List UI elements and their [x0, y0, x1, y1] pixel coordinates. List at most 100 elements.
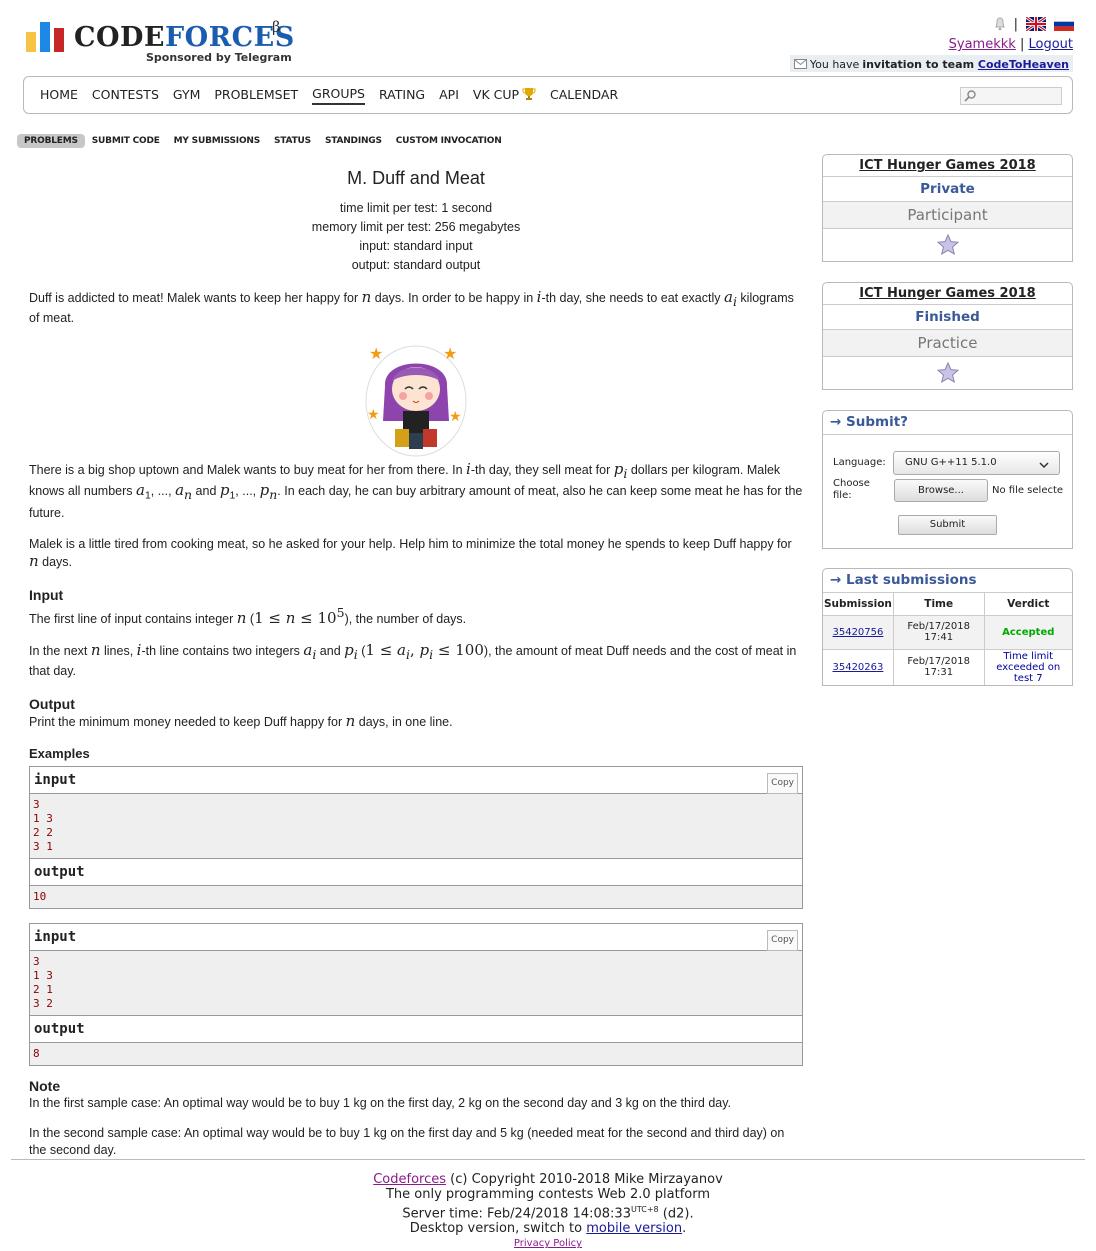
submenu-status[interactable]: STATUS	[267, 134, 318, 148]
codeforces-logo[interactable]: CODEFORCES β Sponsored by Telegram	[26, 18, 296, 68]
sample-output-header: output	[30, 858, 802, 886]
memory-limit: memory limit per test: 256 megabytes	[311, 220, 521, 234]
invite-team-link[interactable]: CodeToHeaven	[978, 58, 1069, 71]
output-paragraph: Print the minimum money needed to keep D…	[29, 711, 453, 730]
chevron-down-icon	[1039, 457, 1049, 469]
menu-groups[interactable]: GROUPS	[312, 86, 365, 105]
submenu-standings[interactable]: STANDINGS	[318, 134, 389, 148]
submission-time: Feb/17/2018 17:41	[893, 615, 985, 650]
privacy-policy-link[interactable]: Privacy Policy	[514, 1238, 582, 1249]
legend-paragraph-1: Duff is addicted to meat! Malek wants to…	[29, 288, 794, 326]
footer: Codeforces (c) Copyright 2010-2018 Mike …	[0, 1172, 1096, 1251]
submission-id-link[interactable]: 35420756	[832, 627, 883, 638]
period: .	[682, 1221, 687, 1237]
sample-input: 3 1 3 2 1 3 2	[30, 950, 802, 1016]
notification-bell-icon[interactable]	[994, 17, 1006, 31]
browse-button[interactable]: Browse...	[894, 479, 988, 502]
contest-access: Private	[823, 177, 1072, 202]
svg-text:★: ★	[449, 408, 462, 424]
sample-input: 3 1 3 2 2 3 1	[30, 793, 802, 859]
sample-input-header: input Copy	[30, 923, 802, 951]
copyright-text: (c) Copyright 2010-2018 Mike Mirzayanov	[446, 1172, 723, 1187]
submission-id-link[interactable]: 35420263	[832, 662, 883, 673]
menu-rating[interactable]: RATING	[379, 87, 425, 104]
sample-output-header: output	[30, 1015, 802, 1043]
envelope-icon	[793, 59, 807, 69]
logo-bars-icon	[26, 22, 66, 52]
contest-info-box-2: ICT Hunger Games 2018 Finished Practice	[822, 282, 1073, 390]
server-id: (d2).	[658, 1206, 694, 1222]
user-profile-link[interactable]: Syamekkk	[949, 37, 1016, 52]
copy-button[interactable]: Copy	[767, 772, 798, 794]
last-submissions-caption[interactable]: → Last submissions	[823, 569, 1072, 593]
problem-statement: M. Duff and Meat time limit per test: 1 …	[29, 168, 803, 1159]
submission-id-cell: 35420263	[823, 649, 894, 685]
contest-name-link[interactable]: ICT Hunger Games 2018	[823, 155, 1072, 177]
favourite-star-icon[interactable]	[823, 229, 1072, 261]
footer-privacy: Privacy Policy	[0, 1236, 1096, 1251]
menu-calendar[interactable]: CALENDAR	[550, 87, 618, 104]
contest-name-link[interactable]: ICT Hunger Games 2018	[823, 283, 1072, 305]
russian-flag-icon[interactable]	[1053, 16, 1075, 31]
time-limit: time limit per test: 1 second	[339, 201, 493, 215]
examples-title: Examples	[29, 745, 90, 761]
last-submissions-box: → Last submissions Submission Time Verdi…	[822, 568, 1073, 686]
menu-vk-cup[interactable]: VK CUP	[473, 87, 536, 104]
language-select[interactable]: GNU G++11 5.1.0	[893, 451, 1060, 475]
menu-gym[interactable]: GYM	[173, 87, 200, 104]
contest-info-box-1: ICT Hunger Games 2018 Private Participan…	[822, 154, 1073, 262]
submission-id-cell: 35420756	[823, 615, 894, 650]
sample-input-header: input Copy	[30, 766, 802, 794]
server-time-text: Server time: Feb/24/2018 14:08:33	[402, 1206, 631, 1222]
input-paragraph-2: In the next n lines, i-th line contains …	[29, 640, 797, 678]
column-header-submission: Submission	[823, 593, 894, 616]
input-paragraph-1: The first line of input contains integer…	[29, 604, 467, 627]
second-level-menu: PROBLEMS SUBMIT CODE MY SUBMISSIONS STAT…	[17, 132, 509, 149]
language-select-value: GNU G++11 5.1.0	[905, 457, 997, 468]
menu-api[interactable]: API	[439, 87, 459, 104]
submit-caption[interactable]: → Submit?	[823, 411, 1072, 435]
table-row: 35420756 Feb/17/2018 17:41 Accepted	[823, 615, 1072, 650]
submit-button[interactable]: Submit	[898, 515, 997, 535]
menu-contests[interactable]: CONTESTS	[92, 87, 159, 104]
trophy-icon	[522, 87, 536, 101]
english-flag-icon[interactable]	[1025, 15, 1047, 33]
mobile-version-link[interactable]: mobile version	[586, 1221, 682, 1236]
contest-role: Participant	[823, 202, 1072, 229]
legend-paragraph-3: Malek is a little tired from cooking mea…	[29, 536, 792, 570]
menu-home[interactable]: HOME	[40, 87, 78, 104]
menu-vk-cup-label: VK CUP	[472, 86, 520, 102]
search-input[interactable]	[960, 87, 1062, 105]
submenu-problems[interactable]: PROBLEMS	[17, 133, 85, 148]
logout-link[interactable]: Logout	[1028, 37, 1073, 52]
no-file-text: No file selected.	[992, 485, 1063, 496]
submenu-submit-code[interactable]: SUBMIT CODE	[85, 134, 167, 148]
user-links: Syamekkk | Logout	[949, 37, 1073, 52]
input-section-title: Input	[29, 586, 64, 603]
input-file: input: standard input	[359, 239, 473, 253]
submission-verdict[interactable]: Accepted	[984, 615, 1072, 650]
team-invitation: You have invitation to team CodeToHeaven	[789, 55, 1073, 72]
copy-button[interactable]: Copy	[767, 929, 798, 951]
lang-separator: |	[1013, 16, 1018, 32]
duff-illustration: ★ ★ ★ ★	[363, 341, 469, 457]
menu-problemset[interactable]: PROBLEMSET	[214, 87, 298, 104]
footer-copyright: Codeforces (c) Copyright 2010-2018 Mike …	[0, 1172, 1096, 1187]
footer-tagline: The only programming contests Web 2.0 pl…	[385, 1187, 711, 1202]
footer-server-time: Server time: Feb/24/2018 14:08:33UTC+8 (…	[0, 1202, 1096, 1221]
contest-phase: Finished	[823, 305, 1072, 330]
language-switcher: |	[994, 14, 1075, 34]
svg-text:★: ★	[367, 406, 380, 422]
sponsor-text: Sponsored by Telegram	[146, 51, 292, 64]
favourite-star-icon[interactable]	[823, 357, 1072, 389]
submenu-my-submissions[interactable]: MY SUBMISSIONS	[167, 134, 267, 148]
invite-bold: invitation to team CodeToHeaven	[862, 57, 1069, 71]
submenu-custom-invocation[interactable]: CUSTOM INVOCATION	[389, 134, 509, 148]
svg-text:★: ★	[443, 346, 457, 363]
submissions-table: Submission Time Verdict 35420756 Feb/17/…	[823, 593, 1072, 685]
footer-brand-link[interactable]: Codeforces	[373, 1172, 446, 1187]
note-paragraph-2: In the second sample case: An optimal wa…	[29, 1125, 785, 1157]
submission-verdict[interactable]: Time limit exceeded on test 7	[984, 649, 1072, 685]
svg-text:★: ★	[369, 346, 383, 363]
language-label: Language:	[833, 457, 886, 468]
